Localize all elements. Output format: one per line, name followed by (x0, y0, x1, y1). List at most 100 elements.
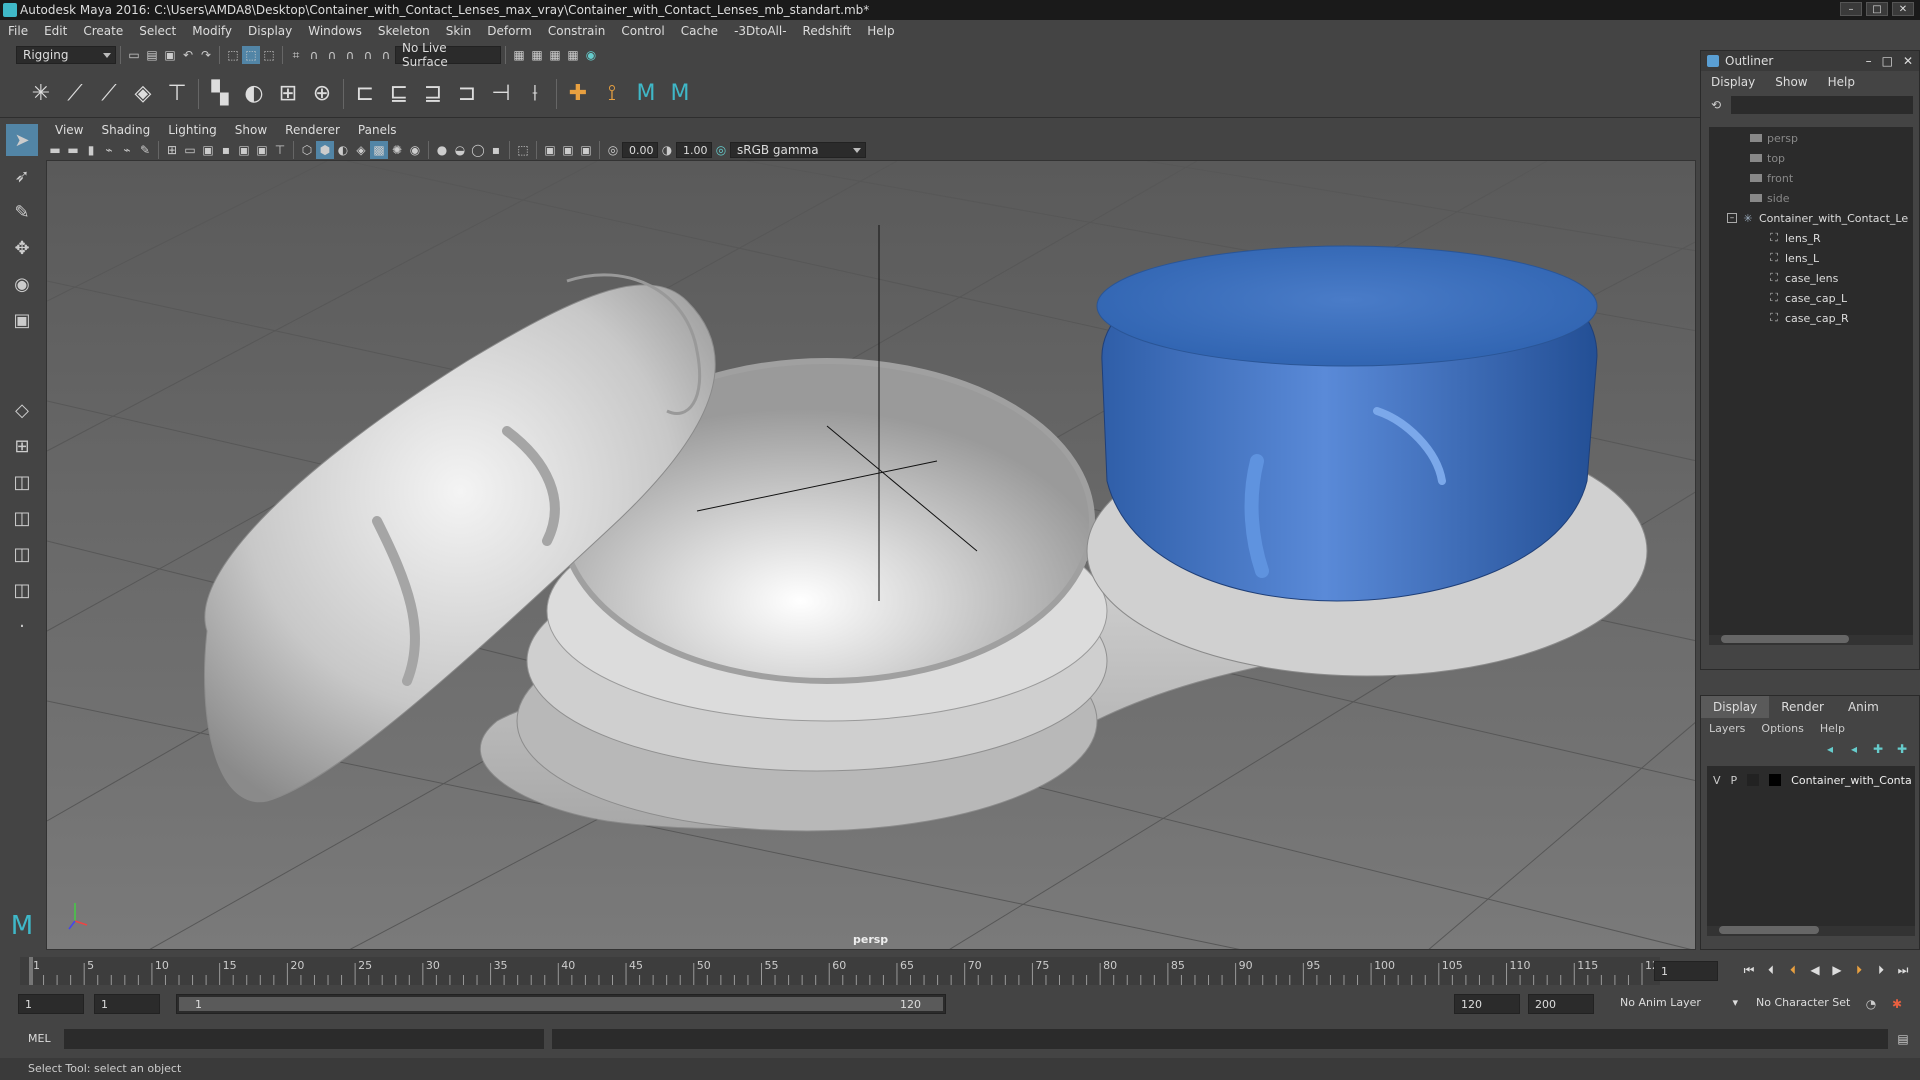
viewport-persp[interactable]: persp (46, 160, 1696, 950)
shadows-icon[interactable]: ◉ (406, 141, 424, 159)
layer-menu-options[interactable]: Options (1753, 722, 1811, 735)
camera-select-icon[interactable]: ▬ (46, 141, 64, 159)
panel-menu-panels[interactable]: Panels (349, 120, 406, 140)
playback-start-field[interactable]: 1 (94, 994, 160, 1014)
move-tool-icon[interactable]: ✥ (6, 232, 38, 264)
outliner-item-case-lens[interactable]: ⛶ case_lens (1767, 269, 1838, 287)
anim-layer-dropdown[interactable]: No Anim Layer ▾ (1620, 996, 1738, 1014)
outliner-minimize-button[interactable]: – (1866, 54, 1872, 68)
go-to-end-icon[interactable]: ⏭ (1894, 961, 1912, 979)
2d-pan-icon[interactable]: ⌁ (118, 141, 136, 159)
rotate-tool-icon[interactable]: ◉ (6, 268, 38, 300)
bind-skin-icon[interactable]: ▚ (203, 77, 237, 111)
menu-create[interactable]: Create (75, 20, 131, 42)
outliner-maximize-button[interactable]: □ (1882, 54, 1893, 68)
exposure-field[interactable]: 0.00 (622, 142, 658, 158)
script-editor-icon[interactable]: ▤ (1894, 1030, 1912, 1048)
orient-joint-icon[interactable]: ⊤ (160, 77, 194, 111)
wireframe-icon[interactable]: ⬡ (298, 141, 316, 159)
cluster-icon[interactable]: ⊕ (305, 77, 339, 111)
step-forward-key-icon[interactable]: ⏵ (1850, 961, 1868, 979)
start-time-field[interactable]: 1 (18, 994, 84, 1014)
dof-icon[interactable]: ▪ (487, 141, 505, 159)
menu-modify[interactable]: Modify (184, 20, 240, 42)
menu-select[interactable]: Select (131, 20, 184, 42)
render-settings-icon[interactable]: ▦ (564, 46, 582, 64)
outliner-scroll-thumb[interactable] (1721, 635, 1849, 643)
new-layer-icon[interactable]: ✚ (1869, 740, 1887, 758)
ipr-render-icon[interactable]: ▦ (546, 46, 564, 64)
command-language-label[interactable]: MEL (28, 1032, 51, 1045)
side-layout-icon[interactable]: ◫ (6, 466, 38, 498)
current-frame-field[interactable]: 1 (1654, 961, 1718, 981)
pole-vector-icon[interactable]: ⟊ (518, 77, 552, 111)
menu-skeleton[interactable]: Skeleton (370, 20, 438, 42)
point-constraint-icon[interactable]: ⊏ (348, 77, 382, 111)
tab-display[interactable]: Display (1701, 696, 1770, 718)
outliner-item-top[interactable]: top (1749, 149, 1785, 167)
new-layer-selected-icon[interactable]: ✚ (1893, 740, 1911, 758)
grease-pencil-icon[interactable]: ✎ (136, 141, 154, 159)
scale-constraint-icon[interactable]: ⊐ (450, 77, 484, 111)
parent-constraint-icon[interactable]: ⊣ (484, 77, 518, 111)
panel-menu-view[interactable]: View (46, 120, 92, 140)
layer-scroll-thumb[interactable] (1719, 926, 1819, 934)
panel-menu-show[interactable]: Show (226, 120, 276, 140)
panel-menu-shading[interactable]: Shading (92, 120, 159, 140)
anim-prefs-icon[interactable]: ✱ (1888, 995, 1906, 1013)
outliner-menu-show[interactable]: Show (1765, 71, 1817, 93)
scale-tool-icon[interactable]: ▣ (6, 304, 38, 336)
menu-skin[interactable]: Skin (438, 20, 480, 42)
resolution-gate-icon[interactable]: ▣ (199, 141, 217, 159)
close-button[interactable]: ✕ (1892, 2, 1914, 16)
select-hierarchy-icon[interactable]: ⬚ (224, 46, 242, 64)
gamma-icon[interactable]: ◑ (658, 141, 676, 159)
layer-color-swatch[interactable] (1747, 774, 1760, 786)
time-slider[interactable]: 1 5 10 15 20 25 30 35 40 45 50 55 60 65 70 75 80 85 90 95 10… (0, 955, 1920, 987)
outliner-menu-display[interactable]: Display (1701, 71, 1765, 93)
outliner-filter-icon[interactable]: ⟲ (1707, 96, 1725, 114)
outliner-menu-help[interactable]: Help (1818, 71, 1865, 93)
paint-select-icon[interactable]: ✎ (6, 196, 38, 228)
layer-visibility-toggle[interactable]: V (1713, 774, 1721, 787)
ao-icon[interactable]: ● (433, 141, 451, 159)
tab-render[interactable]: Render (1769, 696, 1836, 718)
play-forward-icon[interactable]: ▶ (1828, 961, 1846, 979)
layer-row[interactable]: V P Container_with_Conta (1707, 770, 1915, 790)
field-chart-icon[interactable]: ▣ (235, 141, 253, 159)
safe-title-icon[interactable]: ⊤ (271, 141, 289, 159)
select-tool-icon[interactable]: ➤ (6, 124, 38, 156)
step-back-key-icon[interactable]: ⏴ (1784, 961, 1802, 979)
snap-surface-icon[interactable]: ∩ (359, 46, 377, 64)
xray-joints-icon[interactable]: ▣ (559, 141, 577, 159)
outliner-item-front[interactable]: front (1749, 169, 1793, 187)
save-scene-icon[interactable]: ▣ (161, 46, 179, 64)
locator-icon[interactable]: ✚ (561, 77, 595, 111)
snap-view-icon[interactable]: ∩ (341, 46, 359, 64)
isolate-select-icon[interactable]: ⬚ (514, 141, 532, 159)
ik-spline-icon[interactable]: ⟋ (92, 77, 126, 111)
undo-icon[interactable]: ↶ (179, 46, 197, 64)
outliner-item-case-cap-r[interactable]: ⛶ case_cap_R (1767, 309, 1849, 327)
menu-cache[interactable]: Cache (673, 20, 726, 42)
outliner-item-persp[interactable]: persp (1749, 129, 1798, 147)
use-all-lights-icon[interactable]: ✺ (388, 141, 406, 159)
menu-windows[interactable]: Windows (300, 20, 370, 42)
outliner-item-lens-l[interactable]: ⛶ lens_L (1767, 249, 1819, 267)
hypershade-icon[interactable]: ◉ (582, 46, 600, 64)
gamma-field[interactable]: 1.00 (676, 142, 712, 158)
lasso-tool-icon[interactable]: ➶ (6, 160, 38, 192)
outliner-search-input[interactable] (1731, 96, 1913, 114)
exposure-icon[interactable]: ◎ (604, 141, 622, 159)
render-current-icon[interactable]: ▦ (528, 46, 546, 64)
motion-blur-icon[interactable]: ◒ (451, 141, 469, 159)
menu-edit[interactable]: Edit (36, 20, 75, 42)
play-backward-icon[interactable]: ◀ (1806, 961, 1824, 979)
end-time-field[interactable]: 200 (1528, 994, 1594, 1014)
layer-menu-layers[interactable]: Layers (1701, 722, 1753, 735)
mirror-joint-icon[interactable]: ◈ (126, 77, 160, 111)
playback-end-field[interactable]: 120 (1454, 994, 1520, 1014)
wireframe-shaded-icon[interactable]: ▩ (370, 141, 388, 159)
menu-deform[interactable]: Deform (479, 20, 540, 42)
select-object-icon[interactable]: ⬚ (242, 46, 260, 64)
